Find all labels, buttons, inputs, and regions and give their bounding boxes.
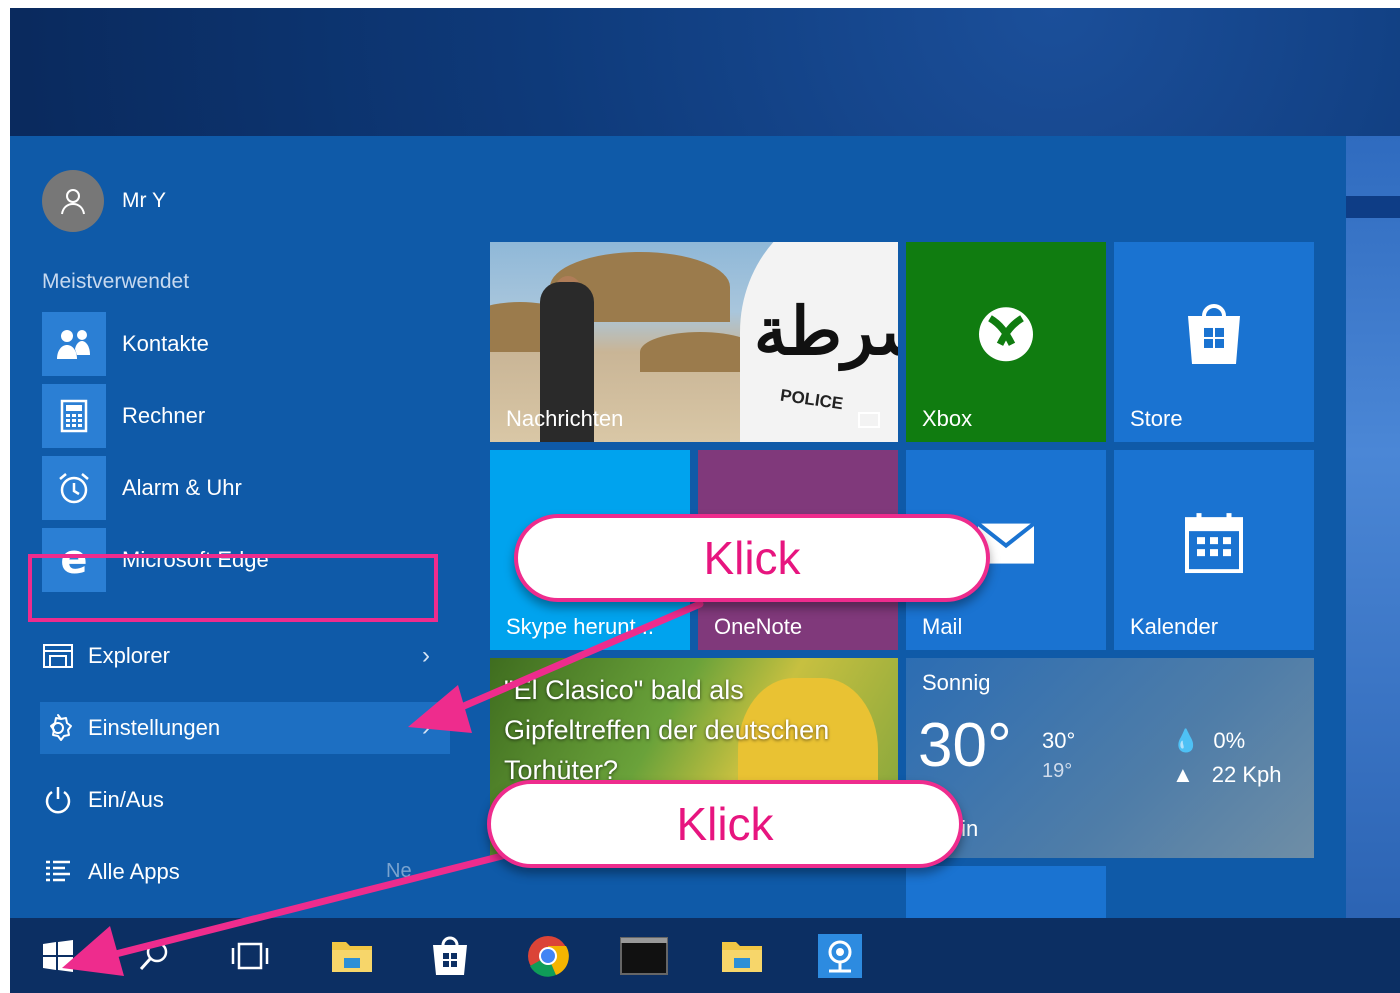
tile-label: Mail	[922, 614, 963, 639]
raindrop-icon: 💧	[1172, 728, 1200, 753]
folder-icon[interactable]	[716, 930, 768, 982]
windows-start-icon[interactable]	[32, 930, 84, 982]
weather-precipitation: 💧 0%	[1172, 728, 1246, 753]
tile-label: Store	[1130, 406, 1183, 431]
tile-weather[interactable]: Sonnig 30° 30° 19° 💧0% ▲22 Kph Berlin	[906, 658, 1314, 858]
sport-headline: "El Clasico" bald als Gipfeltreffen der …	[504, 675, 830, 785]
chevron-right-icon[interactable]: ›	[422, 714, 430, 742]
tile-partial[interactable]	[906, 866, 1106, 926]
task-view-icon[interactable]	[224, 930, 276, 982]
tile-xbox[interactable]: Xbox	[906, 242, 1106, 442]
person-icon	[42, 170, 104, 232]
contacts-icon	[42, 312, 106, 376]
store-icon[interactable]	[424, 930, 476, 982]
user-account[interactable]: Mr Y	[42, 169, 166, 233]
chevron-right-icon[interactable]: ›	[422, 642, 430, 670]
tile-label: Kalender	[1130, 614, 1219, 639]
nav-label: Einstellungen	[88, 715, 221, 740]
tile-label: OneNote	[714, 614, 803, 639]
weather-high: 30°	[1042, 728, 1076, 753]
app-label: Alarm & Uhr	[122, 475, 242, 500]
alarm-clock-icon	[42, 456, 106, 520]
most-used-label: Meistverwendet	[42, 270, 190, 293]
weather-low: 19°	[1042, 760, 1073, 782]
tile-label: Xbox	[922, 406, 973, 431]
weather-wind: ▲ 22 Kph	[1172, 762, 1282, 787]
news-badge-icon	[858, 412, 880, 428]
new-badge: Ne	[386, 860, 412, 882]
tile-store[interactable]: Store	[1114, 242, 1314, 442]
power-icon	[40, 785, 76, 815]
gear-icon	[40, 713, 76, 743]
xbox-icon	[976, 304, 1036, 369]
tile-label: Nachrichten	[506, 406, 624, 431]
wind-direction-icon: ▲	[1172, 762, 1194, 787]
list-icon	[40, 857, 76, 887]
weather-condition: Sonnig	[922, 670, 991, 695]
news-image-arabic-text: شرطة	[754, 292, 898, 370]
app-label: Kontakte	[122, 331, 209, 356]
nav-explorer[interactable]: Explorer ›	[40, 630, 450, 682]
start-left-column: Mr Y Meistverwendet Kontakte Rechner Ala…	[10, 136, 480, 926]
store-icon	[1184, 302, 1244, 371]
callout-klick-settings: Klick	[514, 514, 990, 602]
user-name: Mr Y	[122, 189, 166, 212]
nav-power[interactable]: Ein/Aus	[40, 774, 450, 826]
terminal-icon[interactable]	[618, 930, 670, 982]
desktop-wallpaper	[1346, 136, 1400, 926]
weather-temperature: 30°	[918, 711, 1012, 780]
search-icon[interactable]	[128, 930, 180, 982]
nav-label: Ein/Aus	[88, 787, 164, 812]
nav-label: Explorer	[88, 643, 170, 668]
app-alarm-uhr[interactable]: Alarm & Uhr	[42, 456, 242, 520]
calculator-icon	[42, 384, 106, 448]
webcam-app-icon[interactable]	[814, 930, 866, 982]
app-label: Rechner	[122, 403, 206, 428]
calendar-icon	[1185, 511, 1243, 578]
taskbar	[10, 918, 1400, 993]
file-explorer-icon	[40, 642, 76, 670]
app-rechner[interactable]: Rechner	[42, 384, 205, 448]
tile-kalender[interactable]: Kalender	[1114, 450, 1314, 650]
tile-news[interactable]: شرطة POLICE Nachrichten	[490, 242, 898, 442]
nav-settings[interactable]: Einstellungen ›	[40, 702, 450, 754]
file-explorer-icon[interactable]	[326, 930, 378, 982]
app-kontakte[interactable]: Kontakte	[42, 312, 209, 376]
chrome-icon[interactable]	[522, 930, 574, 982]
settings-highlight-box	[28, 554, 438, 622]
callout-klick-start: Klick	[487, 780, 963, 868]
tile-label: Skype herunt...	[506, 614, 654, 639]
nav-label: Alle Apps	[88, 859, 180, 884]
